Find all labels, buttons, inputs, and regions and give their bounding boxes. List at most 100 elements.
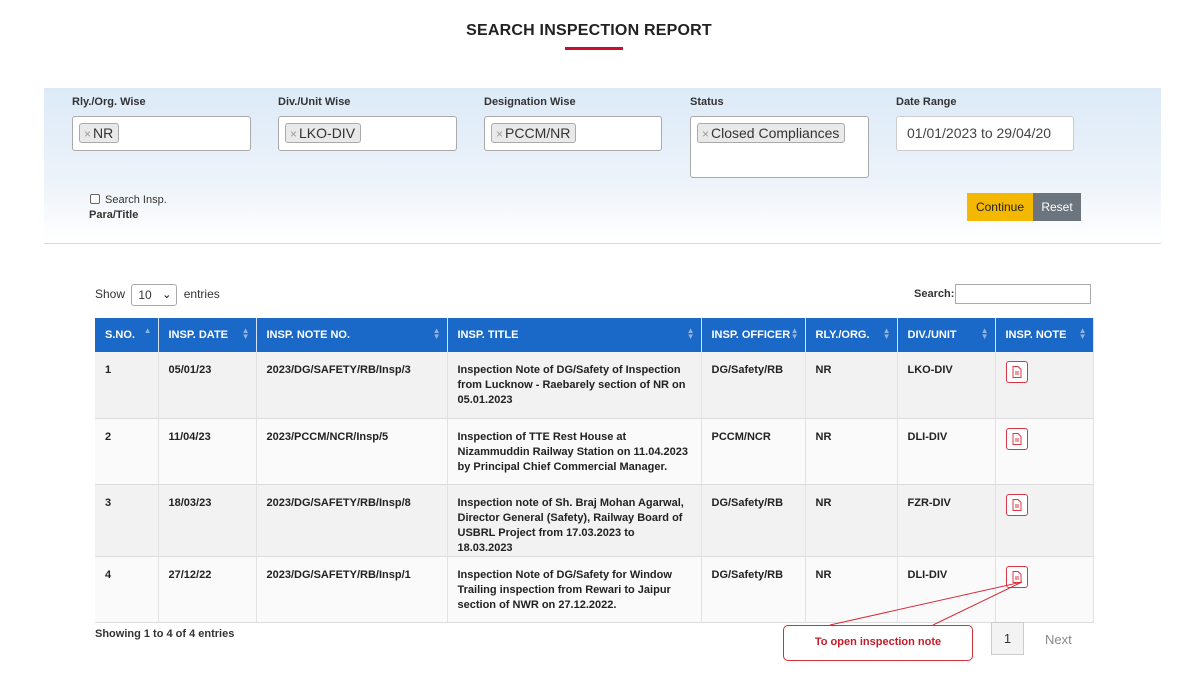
cell-note xyxy=(995,556,1094,623)
cell-note-no: 2023/DG/SAFETY/RB/Insp/8 xyxy=(256,484,448,557)
col-header-note-no[interactable]: INSP. NOTE NO. ▲ ▼ xyxy=(256,318,448,352)
search-para-label-2: Para/Title xyxy=(89,209,139,221)
div-filter-label: Div./Unit Wise xyxy=(278,96,351,108)
col-header-sno[interactable]: S.NO. ▲ xyxy=(95,318,159,352)
entries-length-control: Show 10 ⌄ entries xyxy=(95,284,220,306)
date-filter: Date Range 01/01/2023 to 29/04/20 xyxy=(896,96,1074,151)
search-input[interactable] xyxy=(955,284,1092,304)
cell-sno: 2 xyxy=(95,418,159,485)
cell-title: Inspection note of Sh. Braj Mohan Agarwa… xyxy=(447,484,702,557)
cell-date: 05/01/23 xyxy=(158,352,257,419)
cell-note xyxy=(995,418,1094,485)
pdf-file-icon xyxy=(1012,570,1021,583)
entries-label: entries xyxy=(183,287,220,302)
div-multiselect[interactable]: × LKO-DIV xyxy=(278,116,457,151)
status-filter: Status × Closed Compliances xyxy=(690,96,869,178)
cell-rly: NR xyxy=(805,418,898,485)
cell-rly: NR xyxy=(805,352,898,419)
search-para-option[interactable]: Search Insp. Para/Title xyxy=(89,193,167,223)
status-chip: × Closed Compliances xyxy=(697,123,846,143)
chip-remove-icon[interactable]: × xyxy=(84,127,91,141)
open-note-button[interactable] xyxy=(1005,361,1028,383)
cell-note xyxy=(995,484,1094,557)
pdf-file-icon xyxy=(1012,432,1021,445)
div-chip: × LKO-DIV xyxy=(285,123,362,143)
cell-rly: NR xyxy=(805,556,898,623)
cell-title: Inspection of TTE Rest House at Nizammud… xyxy=(447,418,702,485)
entries-select[interactable]: 10 ⌄ xyxy=(131,284,178,306)
cell-rly: NR xyxy=(805,484,898,557)
cell-div: LKO-DIV xyxy=(897,352,996,419)
open-note-button[interactable] xyxy=(1005,565,1028,588)
sort-icon: ▲ ▼ xyxy=(980,326,989,341)
chip-remove-icon[interactable]: × xyxy=(290,127,297,141)
pdf-file-icon xyxy=(1012,366,1021,378)
cell-date: 18/03/23 xyxy=(158,484,257,557)
designation-multiselect[interactable]: × PCCM/NR xyxy=(484,116,662,151)
cell-title: Inspection Note of DG/Safety for Window … xyxy=(447,556,702,623)
callout-annotation: To open inspection note xyxy=(783,625,973,661)
search-para-label-1: Search Insp. xyxy=(105,194,167,206)
col-header-note[interactable]: INSP. NOTE ▲ ▼ xyxy=(995,318,1094,352)
cell-div: DLI-DIV xyxy=(897,418,996,485)
cell-note-no: 2023/DG/SAFETY/RB/Insp/1 xyxy=(256,556,448,623)
div-chip-label: LKO-DIV xyxy=(299,125,356,141)
search-label: Search: xyxy=(914,287,955,300)
col-header-date[interactable]: INSP. DATE ▲ ▼ xyxy=(158,318,257,352)
table-info: Showing 1 to 4 of 4 entries xyxy=(95,628,235,640)
cell-officer: DG/Safety/RB xyxy=(701,352,806,419)
page-title: SEARCH INSPECTION REPORT xyxy=(466,22,712,39)
status-filter-label: Status xyxy=(690,96,724,108)
cell-note-no: 2023/DG/SAFETY/RB/Insp/3 xyxy=(256,352,448,419)
cell-sno: 1 xyxy=(95,352,159,419)
table-header-row: S.NO. ▲ INSP. DATE ▲ ▼ INSP. NOTE NO. ▲ ▼ INS… xyxy=(95,318,1094,352)
open-note-button[interactable] xyxy=(1005,493,1028,516)
designation-chip: × PCCM/NR xyxy=(491,123,577,143)
col-header-div[interactable]: DIV./UNIT ▲ ▼ xyxy=(897,318,996,352)
rly-filter: Rly./Org. Wise × NR xyxy=(72,96,251,151)
chevron-down-icon: ⌄ xyxy=(162,289,172,301)
col-header-rly[interactable]: RLY./ORG. ▲ ▼ xyxy=(805,318,898,352)
table-row: 2 11/04/23 2023/PCCM/NCR/Insp/5 Inspecti… xyxy=(95,418,1094,485)
sort-icon: ▲ ▼ xyxy=(241,326,250,341)
open-note-button[interactable] xyxy=(1005,427,1028,450)
div-filter: Div./Unit Wise × LKO-DIV xyxy=(278,96,457,151)
sort-asc-icon: ▲ xyxy=(143,326,152,335)
next-page-button[interactable]: Next xyxy=(1045,632,1072,647)
cell-officer: DG/Safety/RB xyxy=(701,556,806,623)
col-header-title[interactable]: INSP. TITLE ▲ ▼ xyxy=(447,318,702,352)
date-filter-label: Date Range xyxy=(896,96,957,108)
status-multiselect[interactable]: × Closed Compliances xyxy=(690,116,869,178)
cell-sno: 4 xyxy=(95,556,159,623)
cell-note-no: 2023/PCCM/NCR/Insp/5 xyxy=(256,418,448,485)
entries-select-value: 10 xyxy=(138,288,152,302)
cell-date: 11/04/23 xyxy=(158,418,257,485)
cell-title: Inspection Note of DG/Safety of Inspecti… xyxy=(447,352,702,419)
rly-multiselect[interactable]: × NR xyxy=(72,116,251,151)
table-row: 3 18/03/23 2023/DG/SAFETY/RB/Insp/8 Insp… xyxy=(95,484,1094,557)
cell-div: DLI-DIV xyxy=(897,556,996,623)
chip-remove-icon[interactable]: × xyxy=(496,127,503,141)
search-para-checkbox[interactable] xyxy=(90,194,100,204)
rly-chip-label: NR xyxy=(93,125,114,141)
col-header-officer[interactable]: INSP. OFFICER ▲ ▼ xyxy=(701,318,806,352)
sort-icon: ▲ ▼ xyxy=(432,326,441,341)
page-button-1[interactable]: 1 xyxy=(991,622,1024,655)
designation-chip-label: PCCM/NR xyxy=(505,125,571,141)
table-row: 4 27/12/22 2023/DG/SAFETY/RB/Insp/1 Insp… xyxy=(95,556,1094,623)
cell-div: FZR-DIV xyxy=(897,484,996,557)
cell-officer: DG/Safety/RB xyxy=(701,484,806,557)
sort-icon: ▲ ▼ xyxy=(686,326,695,341)
continue-button[interactable]: Continue xyxy=(967,193,1033,221)
table-row: 1 05/01/23 2023/DG/SAFETY/RB/Insp/3 Insp… xyxy=(95,352,1094,419)
designation-filter: Designation Wise × PCCM/NR xyxy=(484,96,662,151)
table-search: Search: xyxy=(914,284,1092,304)
cell-note xyxy=(995,352,1094,419)
inspection-table: S.NO. ▲ INSP. DATE ▲ ▼ INSP. NOTE NO. ▲ ▼ INS… xyxy=(95,318,1094,623)
sort-icon: ▲ ▼ xyxy=(882,326,891,341)
filter-panel: Rly./Org. Wise × NR Div./Unit Wise × LKO-D… xyxy=(44,88,1161,244)
reset-button[interactable]: Reset xyxy=(1033,193,1081,221)
date-range-input[interactable]: 01/01/2023 to 29/04/20 xyxy=(896,116,1074,151)
chip-remove-icon[interactable]: × xyxy=(702,127,709,141)
status-chip-label: Closed Compliances xyxy=(711,125,840,141)
